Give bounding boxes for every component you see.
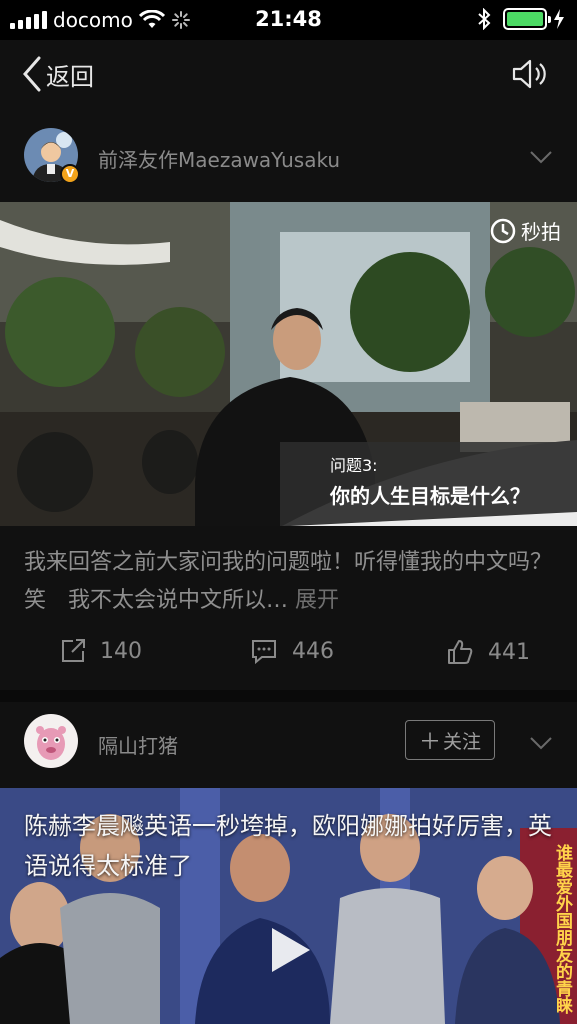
battery-icon — [503, 8, 551, 30]
username[interactable]: 前泽友作MaezawaYusaku — [98, 144, 340, 173]
bluetooth-icon — [478, 8, 491, 30]
video-overlay-text: 陈赫李晨飚英语一秒垮掉，欧阳娜娜拍好厉害，英语说得太标准了 — [24, 812, 552, 880]
verified-badge-icon: V — [60, 164, 80, 184]
caption-label: 问题3: — [330, 456, 378, 475]
comment-icon — [252, 640, 276, 664]
follow-label: 关注 — [443, 730, 482, 753]
watermark-text: 秒拍 — [521, 220, 561, 244]
video-caption: 问题3: 你的人生目标是什么？ — [330, 452, 530, 509]
back-label: 返回 — [46, 62, 94, 91]
follow-button[interactable]: ＋ 关注 — [405, 720, 495, 760]
post-header: 隔山打猪 ＋ 关注 — [0, 700, 577, 790]
plus-icon: ＋ — [418, 730, 441, 755]
repost-button[interactable]: 140 — [60, 638, 142, 664]
username[interactable]: 隔山打猪 — [98, 730, 178, 759]
comment-button[interactable]: 446 — [250, 638, 334, 664]
post-body[interactable]: 我来回答之前大家问我的问题啦！听得懂我的中文吗？笑 我不太会说中文所以… 展开 — [24, 544, 554, 620]
like-count: 441 — [488, 639, 530, 665]
post-text: 我来回答之前大家问我的问题啦！听得懂我的中文吗？笑 我不太会说中文所以… — [24, 550, 553, 613]
video-side-text: 谁最爱外国朋友的青睐 — [552, 844, 572, 1014]
share-icon — [62, 639, 85, 662]
action-bar: 140 446 441 — [0, 638, 577, 678]
chevron-down-icon[interactable] — [529, 150, 553, 164]
repost-count: 140 — [100, 638, 142, 664]
video-thumbnail[interactable]: 陈赫李晨飚英语一秒垮掉，欧阳娜娜拍好厉害，英语说得太标准了 谁最爱外国朋友的青睐 — [0, 788, 577, 1024]
miaopai-logo-icon — [490, 218, 516, 243]
status-bar: docomo 21:48 — [0, 0, 577, 40]
caption-text: 你的人生目标是什么？ — [330, 484, 530, 508]
nav-bar: 返回 — [0, 40, 577, 110]
comment-count: 446 — [292, 638, 334, 664]
chevron-down-icon[interactable] — [529, 736, 553, 750]
watermark: 秒拍 — [489, 216, 561, 245]
avatar[interactable] — [24, 714, 78, 768]
charging-icon — [554, 9, 564, 29]
video-thumbnail[interactable]: 秒拍 问题3: 你的人生目标是什么？ — [0, 202, 577, 526]
expand-link[interactable]: 展开 — [295, 588, 339, 613]
chevron-left-icon — [23, 56, 41, 92]
like-button[interactable]: 441 — [446, 638, 530, 666]
back-button[interactable]: 返回 — [22, 56, 94, 92]
post-header: V 前泽友作MaezawaYusaku — [0, 110, 577, 200]
thumbs-up-icon — [448, 640, 473, 664]
speaker-muted-icon[interactable] — [511, 58, 549, 90]
